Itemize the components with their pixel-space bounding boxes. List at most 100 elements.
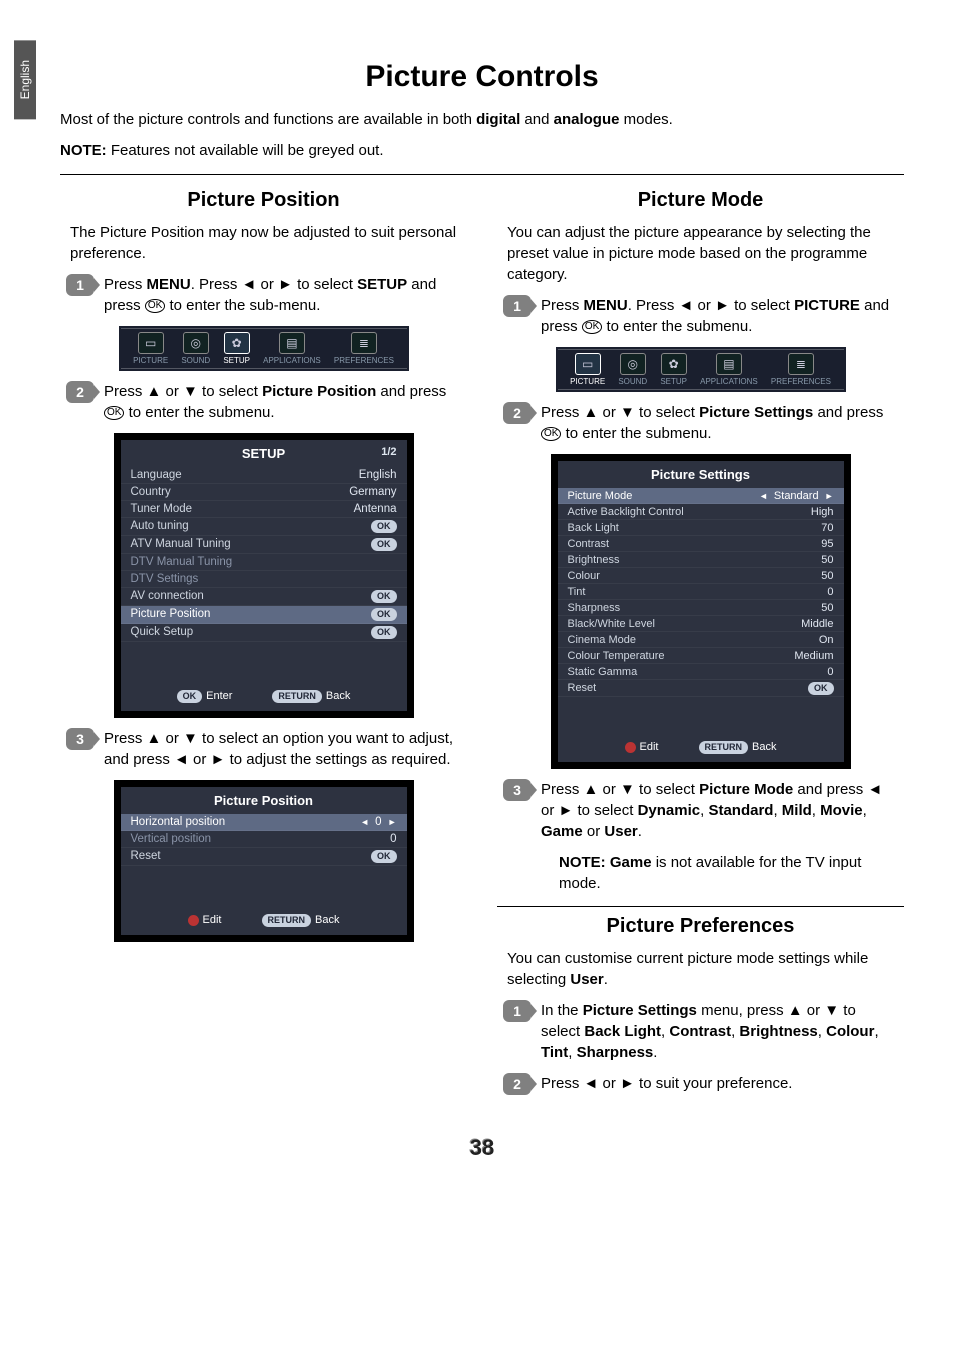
menu-label: APPLICATIONS xyxy=(700,377,758,386)
divider xyxy=(60,174,904,175)
pref-step-1: 1 In the Picture Settings menu, press ▲ … xyxy=(503,1000,898,1063)
osd-row: Black/White LevelMiddle xyxy=(558,616,844,632)
t: Press ▲ or ▼ to select xyxy=(104,383,262,400)
osd-label: DTV Manual Tuning xyxy=(131,556,233,568)
menubar-item-applications: ▤APPLICATIONS xyxy=(263,332,321,365)
left-step2-text: Press ▲ or ▼ to select Picture Position … xyxy=(104,381,461,423)
b: Mild xyxy=(782,802,812,819)
left-step1-text: Press MENU. Press ◄ or ► to select SETUP… xyxy=(104,274,461,316)
step-bullet-1: 1 xyxy=(66,274,94,296)
menu-icon: ◎ xyxy=(183,332,209,354)
t: Press ▲ or ▼ to select xyxy=(541,781,699,798)
osd-title-text: SETUP xyxy=(242,446,285,461)
osd-label: Reset xyxy=(568,682,597,695)
note-text: Features not available will be greyed ou… xyxy=(107,142,384,159)
t: to enter the sub-menu. xyxy=(165,297,320,314)
osd-row: Quick SetupOK xyxy=(121,624,407,642)
b: User xyxy=(604,823,637,840)
menu-icon: ✿ xyxy=(661,353,687,375)
t: , xyxy=(773,802,781,819)
osd-value: Antenna xyxy=(354,503,397,515)
b: Colour xyxy=(826,1023,874,1040)
return-pill: RETURN xyxy=(262,914,312,927)
intro-note: NOTE: Features not available will be gre… xyxy=(60,140,904,163)
t: to enter the submenu. xyxy=(561,425,711,442)
osd-label: Cinema Mode xyxy=(568,634,636,646)
intro-b2: analogue xyxy=(554,111,620,128)
osd-value: 50 xyxy=(821,554,833,566)
t: . xyxy=(653,1044,657,1061)
osd-row: Picture Mode◄Standard► xyxy=(558,488,844,504)
osd-row: DTV Settings xyxy=(121,571,407,588)
menu-label: SOUND xyxy=(181,356,210,365)
t: or xyxy=(583,823,605,840)
ok-pill: OK xyxy=(371,520,397,533)
t: and press xyxy=(813,404,883,421)
step-bullet-2: 2 xyxy=(503,1073,531,1095)
step-bullet-2: 2 xyxy=(66,381,94,403)
step-bullet-3: 3 xyxy=(66,728,94,750)
right-step-2: 2 Press ▲ or ▼ to select Picture Setting… xyxy=(503,402,898,444)
osd-label: AV connection xyxy=(131,590,204,603)
t: . Press ◄ or ► to select xyxy=(628,297,794,314)
t: and press xyxy=(376,383,446,400)
ok-icon: OK xyxy=(104,406,124,420)
b: MENU xyxy=(584,297,628,314)
section-heading-picture-preferences: Picture Preferences xyxy=(497,915,904,938)
intro-post: modes. xyxy=(619,111,672,128)
osd-row: Contrast95 xyxy=(558,536,844,552)
b: SETUP xyxy=(357,276,407,293)
t: . Press ◄ or ► to select xyxy=(191,276,357,293)
osd-value: 0 xyxy=(390,833,396,845)
divider xyxy=(497,906,904,907)
menubar-item-setup: ✿SETUP xyxy=(660,353,687,386)
osd-row: LanguageEnglish xyxy=(121,467,407,484)
osd-label: Horizontal position xyxy=(131,816,226,828)
note-label: NOTE: xyxy=(60,142,107,159)
language-tab: English xyxy=(14,40,36,119)
osd-row: Tint0 xyxy=(558,584,844,600)
menu-label: SETUP xyxy=(223,356,250,365)
t: , xyxy=(863,802,867,819)
osd-value: Germany xyxy=(349,486,396,498)
section-heading-picture-mode: Picture Mode xyxy=(497,189,904,212)
menubar-item-sound: ◎SOUND xyxy=(618,353,647,386)
menubar-item-picture: ▭PICTURE xyxy=(570,353,605,386)
foot-enter: Enter xyxy=(206,690,232,702)
osd-label: Brightness xyxy=(568,554,620,566)
menubar-item-preferences: ≣PREFERENCES xyxy=(334,332,394,365)
osd-row: Auto tuningOK xyxy=(121,518,407,536)
left-step-2: 2 Press ▲ or ▼ to select Picture Positio… xyxy=(66,381,461,423)
right-step-3: 3 Press ▲ or ▼ to select Picture Mode an… xyxy=(503,779,898,842)
t: You can customise current picture mode s… xyxy=(507,950,868,988)
osd-label: Quick Setup xyxy=(131,626,194,639)
right-step3-text: Press ▲ or ▼ to select Picture Mode and … xyxy=(541,779,898,842)
foot-back: Back xyxy=(752,741,776,753)
pref-step2-text: Press ◄ or ► to suit your preference. xyxy=(541,1073,898,1094)
osd-value: 0 xyxy=(375,816,381,828)
osd-value: Standard xyxy=(774,490,819,502)
menu-icon: ▭ xyxy=(575,353,601,375)
osd-label: Tuner Mode xyxy=(131,503,193,515)
osd-label: Active Backlight Control xyxy=(568,506,684,518)
osd-page: 1/2 xyxy=(381,446,396,458)
menu-icon: ≣ xyxy=(351,332,377,354)
menu-icon: ▤ xyxy=(279,332,305,354)
b: Movie xyxy=(820,802,863,819)
menubar-item-sound: ◎ SOUND xyxy=(181,332,210,365)
t: , xyxy=(812,802,820,819)
intro-line: Most of the picture controls and functio… xyxy=(60,109,904,132)
osd-value: 95 xyxy=(821,538,833,550)
menu-icon: ▭ xyxy=(138,332,164,354)
osd-label: Back Light xyxy=(568,522,619,534)
osd-row: Picture PositionOK xyxy=(121,606,407,624)
t: In the xyxy=(541,1002,583,1019)
foot-edit: Edit xyxy=(640,741,659,753)
t: Press xyxy=(541,297,584,314)
red-dot-icon xyxy=(188,915,199,926)
b: Picture Settings xyxy=(583,1002,697,1019)
note-label: NOTE: xyxy=(559,854,610,871)
b: MENU xyxy=(147,276,191,293)
osd-label: Tint xyxy=(568,586,586,598)
osd-label: DTV Settings xyxy=(131,573,199,585)
